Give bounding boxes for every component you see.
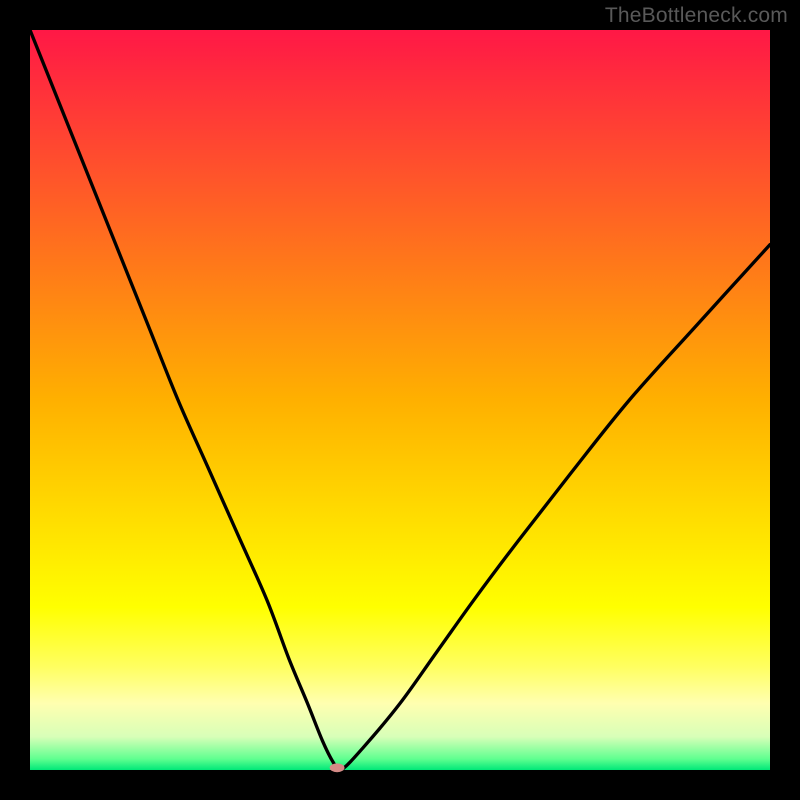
curve-layer	[30, 30, 770, 770]
plot-area	[30, 30, 770, 770]
optimum-marker	[330, 763, 345, 772]
watermark-text: TheBottleneck.com	[605, 4, 788, 28]
chart-frame: TheBottleneck.com	[0, 0, 800, 800]
bottleneck-curve	[30, 30, 770, 771]
